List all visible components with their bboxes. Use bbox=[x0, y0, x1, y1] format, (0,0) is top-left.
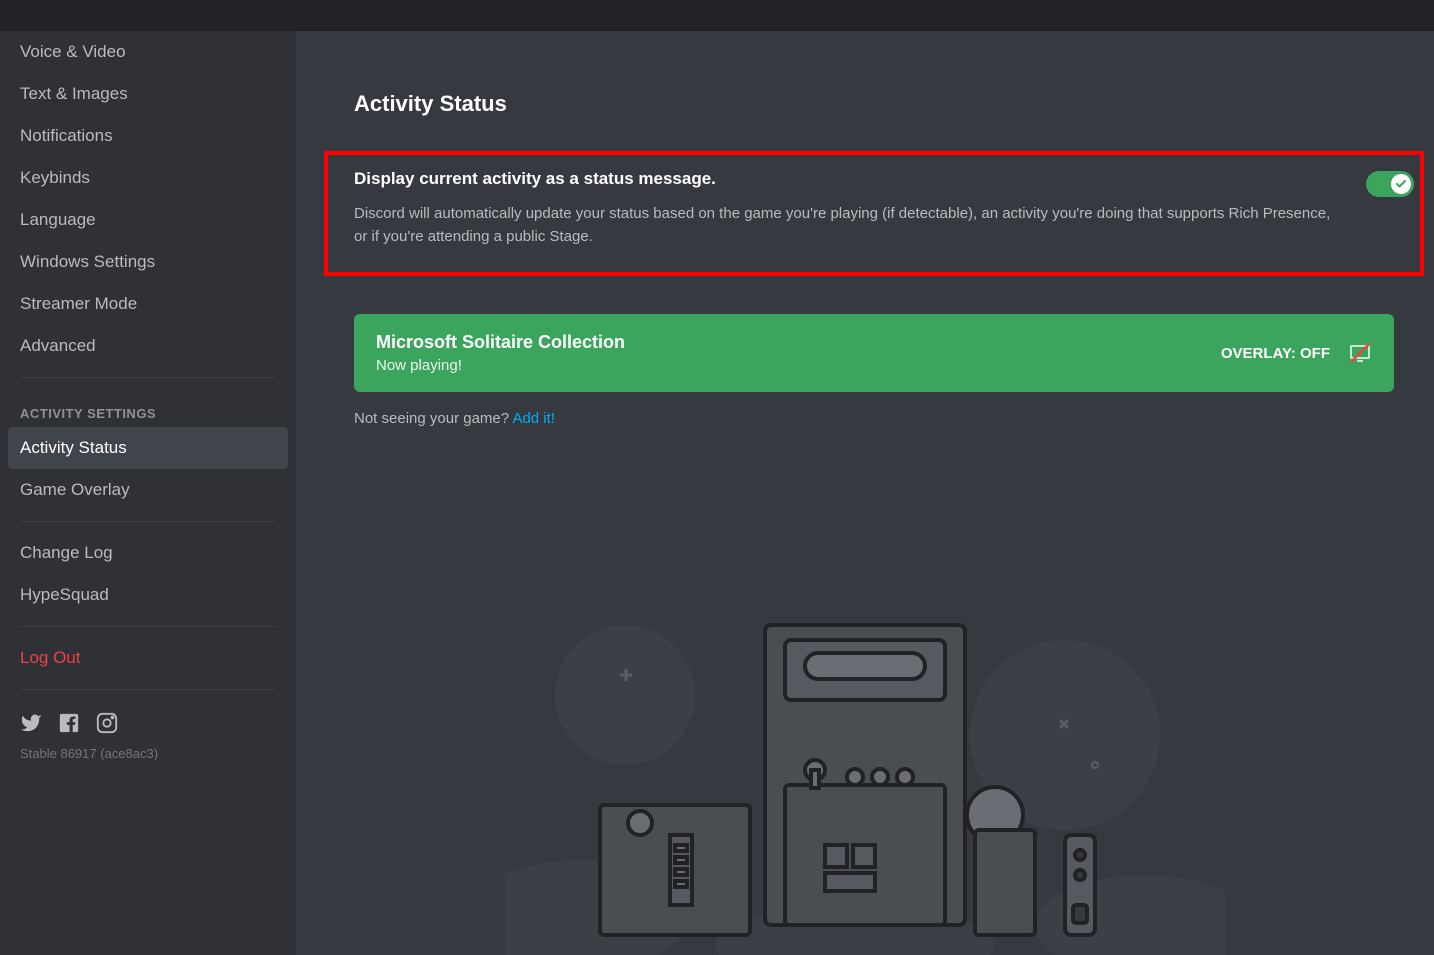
setting-row-display-activity: Display current activity as a status mes… bbox=[354, 169, 1394, 248]
setting-text: Display current activity as a status mes… bbox=[354, 169, 1366, 248]
sidebar-item-language[interactable]: Language bbox=[8, 199, 288, 241]
sidebar-item-voice-video[interactable]: Voice & Video bbox=[8, 31, 288, 73]
sidebar-version: Stable 86917 (ace8ac3) bbox=[8, 746, 288, 773]
sidebar-item-activity-status[interactable]: Activity Status bbox=[8, 427, 288, 469]
not-seeing-text: Not seeing your game? bbox=[354, 410, 512, 427]
game-card-right: OVERLAY: OFF bbox=[1221, 341, 1372, 365]
sidebar-divider bbox=[20, 521, 276, 522]
current-game-card: Microsoft Solitaire Collection Now playi… bbox=[354, 314, 1394, 392]
highlighted-setting: Display current activity as a status mes… bbox=[324, 151, 1424, 276]
sidebar-item-change-log[interactable]: Change Log bbox=[8, 532, 288, 574]
sidebar-item-streamer-mode[interactable]: Streamer Mode bbox=[8, 283, 288, 325]
sidebar-item-notifications[interactable]: Notifications bbox=[8, 115, 288, 157]
sidebar-item-game-overlay[interactable]: Game Overlay bbox=[8, 469, 288, 511]
sidebar-list: Voice & Video Text & Images Notification… bbox=[8, 31, 288, 955]
game-name: Microsoft Solitaire Collection bbox=[376, 332, 1221, 353]
twitter-icon[interactable] bbox=[20, 712, 42, 734]
game-status: Now playing! bbox=[376, 357, 1221, 374]
sidebar-item-keybinds[interactable]: Keybinds bbox=[8, 157, 288, 199]
setting-label: Display current activity as a status mes… bbox=[354, 169, 1342, 189]
sidebar-divider bbox=[20, 626, 276, 627]
game-card-left: Microsoft Solitaire Collection Now playi… bbox=[376, 332, 1221, 374]
overlay-label: OVERLAY: OFF bbox=[1221, 345, 1330, 362]
sidebar-item-text-images[interactable]: Text & Images bbox=[8, 73, 288, 115]
sidebar-divider bbox=[20, 689, 276, 690]
toggle-display-activity[interactable] bbox=[1366, 171, 1414, 197]
page-title: Activity Status bbox=[354, 91, 1394, 117]
window-titlebar bbox=[0, 0, 1434, 31]
sidebar-logout[interactable]: Log Out bbox=[8, 637, 288, 679]
overlay-off-icon[interactable] bbox=[1348, 341, 1372, 365]
setting-description: Discord will automatically update your s… bbox=[354, 203, 1342, 248]
settings-content: Activity Status Display current activity… bbox=[296, 31, 1434, 955]
sidebar-socials bbox=[8, 700, 288, 746]
toggle-knob bbox=[1391, 174, 1411, 194]
add-game-link[interactable]: Add it! bbox=[512, 410, 555, 427]
not-seeing-game-prompt: Not seeing your game? Add it! bbox=[354, 410, 1394, 427]
facebook-icon[interactable] bbox=[58, 712, 80, 734]
sidebar-header-activity: ACTIVITY SETTINGS bbox=[8, 388, 288, 427]
sidebar-item-advanced[interactable]: Advanced bbox=[8, 325, 288, 367]
sidebar-item-windows-settings[interactable]: Windows Settings bbox=[8, 241, 288, 283]
app-root: Voice & Video Text & Images Notification… bbox=[0, 31, 1434, 955]
settings-sidebar: Voice & Video Text & Images Notification… bbox=[0, 31, 296, 955]
arcade-illustration bbox=[505, 605, 1225, 955]
sidebar-divider bbox=[20, 377, 276, 378]
instagram-icon[interactable] bbox=[96, 712, 118, 734]
sidebar-item-hypesquad[interactable]: HypeSquad bbox=[8, 574, 288, 616]
